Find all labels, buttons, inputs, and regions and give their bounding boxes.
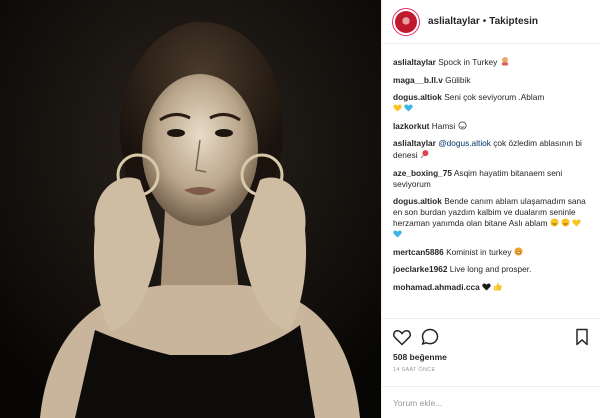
- comment-username[interactable]: maga__b.ll.v: [393, 75, 443, 85]
- instagram-post: aslialtaylar • Takiptesin aslialtaylar S…: [0, 0, 600, 418]
- comment-item: mertcan5886 Kominist in turkey: [393, 247, 593, 258]
- black-heart-icon: [482, 282, 491, 291]
- comment-item: dogus.altiok Seni çok seviyorum .Ablam: [393, 92, 593, 114]
- blue-heart-icon: [404, 104, 414, 112]
- comment-username[interactable]: lazkorkut: [393, 121, 429, 131]
- comment-username[interactable]: aslialtaylar: [393, 138, 436, 148]
- comment-username[interactable]: aze_boxing_75: [393, 168, 452, 178]
- caption: aslialtaylar Spock in Turkey: [393, 56, 593, 68]
- comment-item: joeclarke1962 Live long and prosper.: [393, 264, 593, 275]
- comment-item: lazkorkut Hamsi: [393, 121, 593, 132]
- portrait-image: [0, 0, 381, 418]
- post-timestamp[interactable]: 14 SAAT ÖNCE: [393, 367, 436, 373]
- comment-item: aze_boxing_75 Asqim hayatim bitanaem sen…: [393, 168, 593, 190]
- smiley-face-icon: [561, 218, 570, 227]
- yellow-heart-icon: [393, 104, 402, 112]
- comment-username[interactable]: mertcan5886: [393, 247, 444, 257]
- yellow-heart-icon: [572, 219, 582, 227]
- follow-status[interactable]: Takiptesin: [489, 16, 538, 27]
- comment-text: Hamsi: [431, 120, 456, 131]
- comment-username[interactable]: joeclarke1962: [393, 264, 447, 274]
- avatar[interactable]: [392, 7, 420, 36]
- add-comment-bar: [382, 386, 600, 418]
- comment-input[interactable]: [393, 395, 573, 411]
- comment-list: aslialtaylar Spock in Turkey maga__b.ll.…: [393, 56, 593, 299]
- speech-bubble-icon[interactable]: [420, 327, 440, 347]
- post-header: aslialtaylar • Takiptesin: [382, 0, 600, 44]
- smile-icon: [458, 120, 467, 130]
- heart-outline-icon[interactable]: [392, 327, 412, 347]
- bookmark-icon[interactable]: [572, 327, 592, 347]
- post-photo[interactable]: [0, 0, 381, 418]
- header-separator: •: [482, 16, 487, 27]
- comment-item: dogus.altiok Bende canım ablam ulaşamadı…: [393, 196, 593, 240]
- comment-username[interactable]: aslialtaylar: [393, 57, 436, 67]
- comment-username[interactable]: dogus.altiok: [393, 92, 442, 102]
- woman-gesture-icon: [501, 57, 508, 66]
- comment-item: aslialtaylar @dogus.altiok çok özledim a…: [393, 138, 593, 161]
- blue-heart-icon: [393, 230, 402, 238]
- comment-text: Seni çok seviyorum .Ablam: [444, 92, 545, 102]
- comment-text: Gülibik: [445, 74, 471, 85]
- post-sidebar: aslialtaylar • Takiptesin aslialtaylar S…: [381, 0, 600, 418]
- comment-text: Live long and prosper.: [449, 264, 532, 274]
- comment-item: mohamad.ahmadi.cca: [393, 282, 593, 293]
- comment-text: Kominist in turkey: [446, 246, 512, 257]
- like-count[interactable]: 508 beğenme: [393, 352, 447, 362]
- comment-username[interactable]: mohamad.ahmadi.cca: [393, 282, 480, 292]
- smiley-face-icon: [550, 218, 559, 227]
- grimace-face-icon: [514, 246, 523, 256]
- post-actions: 508 beğenme 14 SAAT ÖNCE: [382, 318, 600, 376]
- comment-text: Spock in Turkey: [438, 57, 498, 67]
- header-username[interactable]: aslialtaylar: [428, 16, 480, 27]
- comment-mention[interactable]: @dogus.altiok: [438, 138, 491, 148]
- lollipop-icon: [420, 150, 429, 159]
- comment-username[interactable]: dogus.altiok: [393, 196, 442, 206]
- thumbs-up-icon: [494, 282, 503, 291]
- comment-item: maga__b.ll.v Gülibik: [393, 75, 593, 86]
